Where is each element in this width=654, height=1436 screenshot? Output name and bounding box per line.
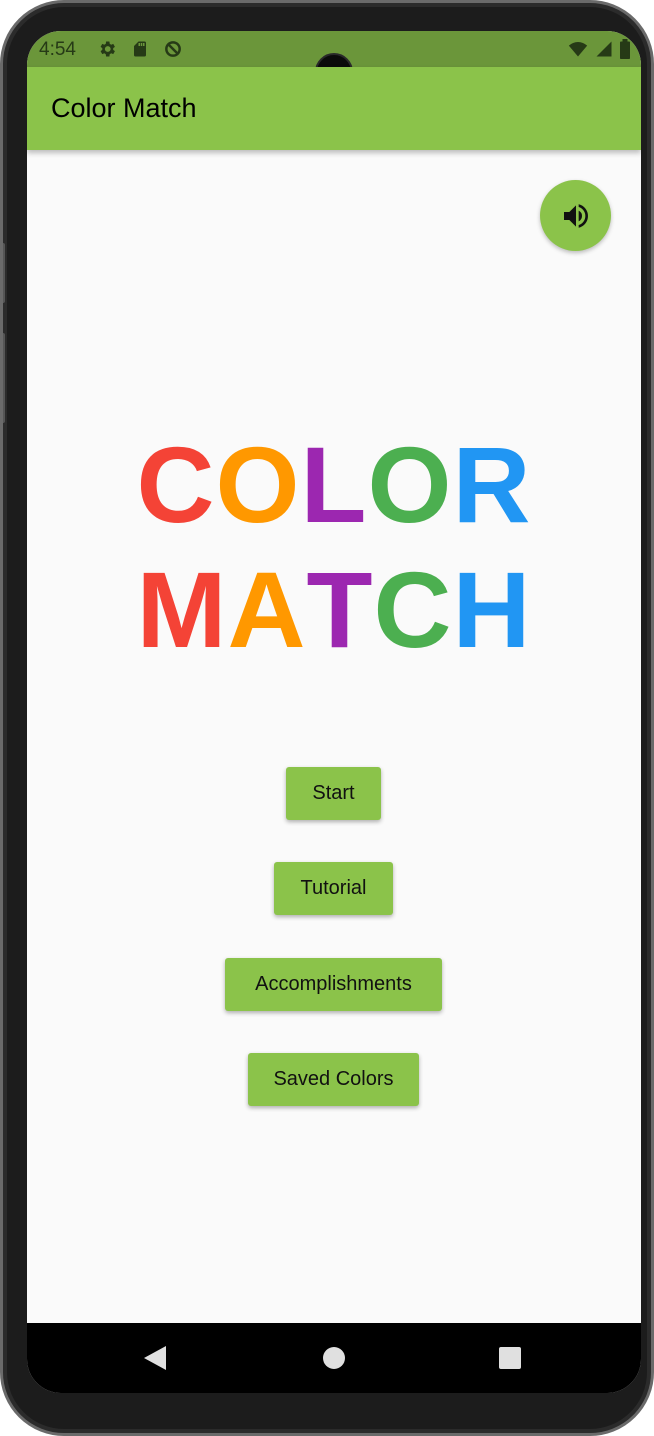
app-bar: Color Match [27,67,641,150]
status-icons-right [567,39,631,59]
logo-letter: C [136,424,216,545]
phone-frame: 4:54 Color Match COLOR MATCH Start Tutor… [0,0,654,1436]
status-time: 4:54 [39,39,76,60]
status-icons-left [97,39,183,59]
logo-letter: C [373,549,453,670]
logo-letter: M [136,549,228,670]
settings-icon [100,41,115,57]
logo-letter: O [367,424,453,545]
saved-colors-button[interactable]: Saved Colors [248,1053,419,1106]
app-title: Color Match [51,93,197,123]
back-icon[interactable] [144,1346,166,1370]
logo-letter: R [452,424,532,545]
logo-letter: A [227,549,307,670]
cellular-signal-icon [596,41,612,57]
logo-letter: L [300,424,368,545]
start-button[interactable]: Start [286,767,381,820]
logo-line-match: MATCH [27,556,641,664]
sd-card-icon [134,41,146,57]
volume-up-icon [563,203,588,228]
logo-letter: O [215,424,301,545]
data-saver-icon [165,41,181,57]
power-button [3,333,5,423]
battery-icon [620,39,630,59]
status-bar: 4:54 [27,31,641,91]
home-icon[interactable] [323,1346,345,1370]
logo-letter: T [306,549,374,670]
recents-icon[interactable] [499,1346,521,1370]
sound-toggle-button[interactable] [540,180,611,251]
logo-letter: H [452,549,532,670]
wifi-icon [568,42,588,57]
accomplishments-button[interactable]: Accomplishments [225,958,442,1011]
screen: 4:54 Color Match COLOR MATCH Start Tutor… [27,31,641,1393]
logo-line-color: COLOR [27,431,641,539]
tutorial-button[interactable]: Tutorial [274,862,393,915]
navigation-bar [27,1323,641,1393]
volume-button [3,243,5,303]
